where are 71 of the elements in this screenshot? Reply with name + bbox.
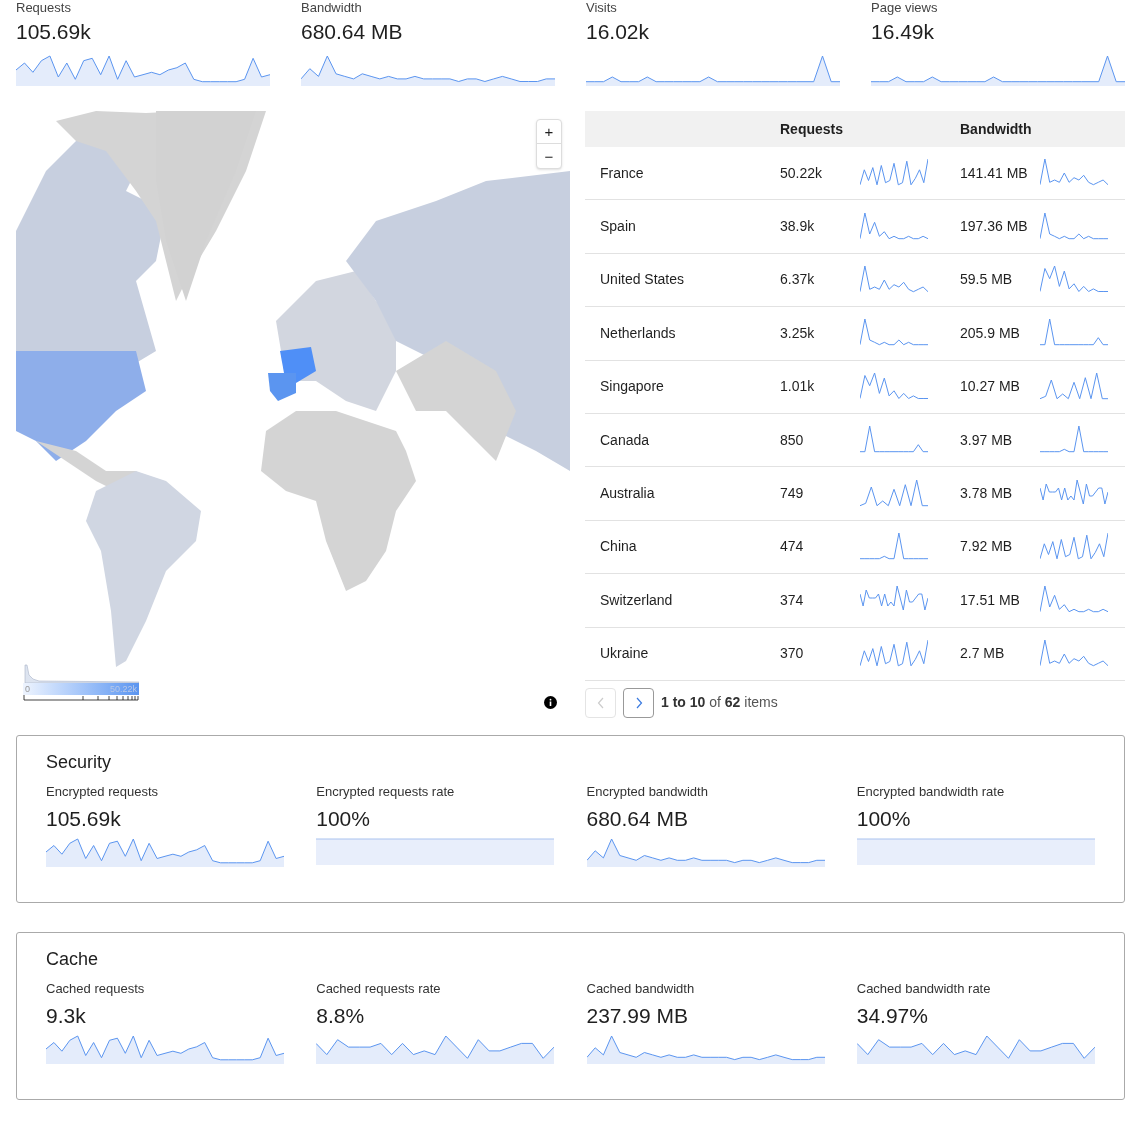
- stat-label: Page views: [871, 0, 939, 16]
- stat-value: 16.02k: [586, 19, 651, 45]
- country-cell-text: Australia: [599, 484, 656, 504]
- metric-value: 100%: [316, 806, 371, 832]
- table-cell-text: 38.9k: [780, 217, 816, 237]
- legend-min: 0: [25, 684, 30, 694]
- sparkline: [860, 477, 928, 510]
- table-cell-text: 474: [780, 537, 805, 557]
- table-cell-text: 17.51 MB: [960, 590, 1021, 610]
- table-cell-text: 10.27 MB: [960, 377, 1021, 397]
- metric-label: Cached requests: [46, 981, 146, 997]
- country-cell-text: Canada: [599, 430, 651, 450]
- section-title: Security: [46, 751, 113, 774]
- stat-value: 16.49k: [871, 19, 936, 45]
- metric-value: 237.99 MB: [586, 1003, 690, 1029]
- metric-value: 100%: [856, 806, 912, 832]
- table-cell-text: 2.7 MB: [960, 644, 1006, 664]
- stat-value: 680.64 MB: [301, 19, 404, 45]
- table-cell-text: 1.01k: [780, 377, 816, 397]
- metric-value: 9.3k: [46, 1003, 87, 1029]
- metric-value: 34.97%: [856, 1003, 929, 1029]
- table-cell-text: 59.5 MB: [960, 270, 1014, 290]
- next-page-button[interactable]: [623, 687, 654, 718]
- chevron-right-icon: [634, 696, 643, 709]
- table-cell-text: 6.37k: [780, 270, 816, 290]
- stat-label: Bandwidth: [301, 0, 363, 16]
- metric-label: Cached bandwidth rate: [856, 981, 992, 997]
- section-title: Cache: [46, 948, 100, 971]
- column-header: Requests: [780, 119, 845, 139]
- country-cell-text: Ukraine: [599, 644, 650, 664]
- metric-label: Cached bandwidth: [586, 981, 696, 997]
- info-icon[interactable]: [544, 696, 557, 709]
- metric-value: 680.64 MB: [586, 806, 690, 832]
- column-header: Bandwidth: [960, 119, 1033, 139]
- metric-value: 8.8%: [316, 1003, 366, 1029]
- stat-label: Requests: [16, 0, 72, 16]
- table-cell-text: 205.9 MB: [960, 323, 1021, 343]
- country-cell-text: Singapore: [599, 377, 665, 397]
- country-cell-text: Switzerland: [599, 590, 674, 610]
- stat-value: 105.69k: [16, 19, 92, 45]
- sparkline: [860, 637, 928, 670]
- sparkline: [1040, 530, 1108, 563]
- country-cell-text: United States: [599, 270, 686, 290]
- chevron-left-icon: [596, 696, 605, 709]
- zoom-in-button[interactable]: +: [537, 120, 561, 144]
- country-cell-text: France: [599, 163, 645, 183]
- table-cell-text: 50.22k: [780, 163, 824, 183]
- legend-max: 50.22k: [109, 684, 137, 694]
- metric-value: 105.69k: [46, 806, 122, 832]
- country-cell-text: China: [599, 537, 638, 557]
- table-cell-text: 3.78 MB: [960, 484, 1014, 504]
- table-cell-text: 370: [780, 644, 805, 664]
- table-cell-text: 374: [780, 590, 805, 610]
- metric-label: Encrypted bandwidth rate: [856, 784, 1006, 800]
- zoom-out-button[interactable]: −: [537, 144, 561, 168]
- metric-label: Encrypted requests rate: [316, 784, 456, 800]
- table-cell-text: 3.25k: [780, 323, 816, 343]
- sparkline: [1040, 370, 1108, 403]
- table-cell-text: 7.92 MB: [960, 537, 1014, 557]
- country-cell-text: Spain: [599, 217, 637, 237]
- table-cell-text: 141.41 MB: [960, 163, 1029, 183]
- pagination-status: 1 to 10 of 62 items: [661, 693, 778, 713]
- table-cell-text: 850: [780, 430, 805, 450]
- table-cell-text: 749: [780, 484, 805, 504]
- stat-label: Visits: [586, 0, 618, 16]
- metric-label: Encrypted bandwidth: [586, 784, 709, 800]
- metric-label: Encrypted requests: [46, 784, 159, 800]
- table-cell-text: 197.36 MB: [960, 217, 1029, 237]
- metric-label: Cached requests rate: [316, 981, 442, 997]
- table-cell-text: 3.97 MB: [960, 430, 1014, 450]
- country-cell-text: Netherlands: [599, 323, 677, 343]
